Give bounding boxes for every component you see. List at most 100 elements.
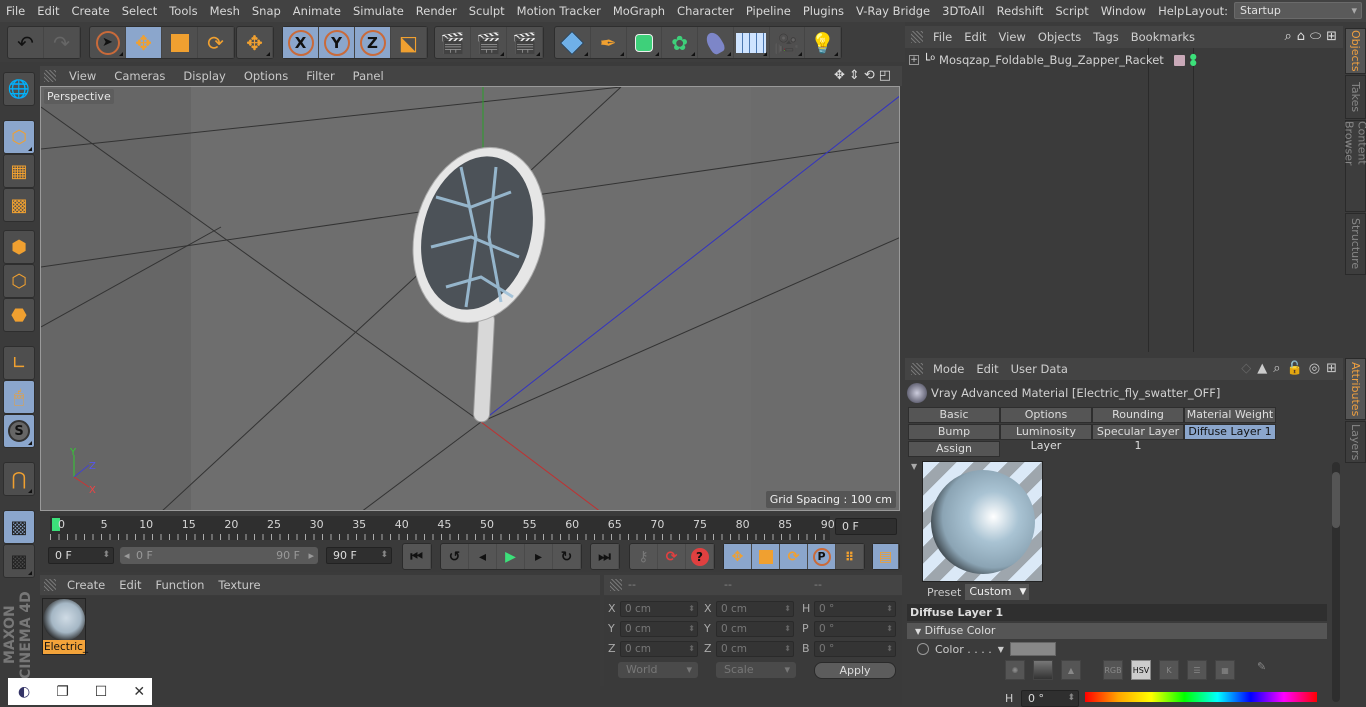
panel-grip[interactable]	[911, 363, 923, 375]
viewport-menu-filter[interactable]: Filter	[297, 69, 343, 83]
frame-range-slider[interactable]: ◂ 0 F 90 F ▸	[120, 547, 318, 564]
bend-deformer-button[interactable]	[698, 27, 734, 58]
home-icon[interactable]: ⌂	[1297, 29, 1305, 44]
layout-dropdown[interactable]: Startup	[1234, 2, 1362, 19]
menu-create[interactable]: Create	[66, 4, 116, 18]
menu-3dtoall[interactable]: 3DToAll	[936, 4, 991, 18]
panel-grip[interactable]	[911, 31, 923, 43]
planar-workplane-button[interactable]: ▩	[3, 544, 35, 578]
pos-x-field[interactable]: 0 cm	[620, 601, 698, 617]
viewport-menu-panel[interactable]: Panel	[344, 69, 393, 83]
solo-button[interactable]: S	[3, 414, 35, 448]
rot-p-field[interactable]: 0 °	[814, 621, 896, 637]
menu-render[interactable]: Render	[410, 4, 463, 18]
apply-button[interactable]: Apply	[814, 662, 896, 679]
tab-assign[interactable]: Assign	[908, 441, 1000, 457]
timeline-window-button[interactable]: ▤	[873, 544, 899, 569]
range-left-arrow[interactable]: ◂	[124, 547, 130, 564]
visibility-dots-icon[interactable]: ● ●	[1190, 53, 1197, 67]
panel-grip[interactable]	[44, 70, 56, 82]
search-icon[interactable]: ⌕	[1273, 361, 1280, 376]
kelvin-button[interactable]: K	[1159, 660, 1179, 680]
menu-window[interactable]: Window	[1095, 4, 1152, 18]
light-button[interactable]: 💡	[805, 27, 841, 58]
expand-icon[interactable]: +	[909, 55, 919, 65]
menu-redshift[interactable]: Redshift	[991, 4, 1050, 18]
orbit-icon[interactable]: ⟲	[864, 68, 875, 83]
spectrum-icon[interactable]	[1033, 660, 1053, 680]
menu-snap[interactable]: Snap	[246, 4, 287, 18]
menu-select[interactable]: Select	[116, 4, 163, 18]
object-row[interactable]: + └⁰ Mosqzap_Foldable_Bug_Zapper_Racket …	[905, 51, 1197, 69]
image-icon[interactable]: ▲	[1061, 660, 1081, 680]
size-x-field[interactable]: 0 cm	[716, 601, 794, 617]
rotate-button[interactable]: ⟳	[198, 27, 234, 58]
camera-label[interactable]: Perspective	[44, 89, 114, 104]
color-swatch[interactable]	[1009, 642, 1056, 656]
tab-bump[interactable]: Bump	[908, 424, 1000, 440]
tab-basic[interactable]: Basic	[908, 407, 1000, 423]
maximize-view-icon[interactable]: ◰	[879, 68, 891, 83]
collapse-preview-icon[interactable]: ▼	[911, 462, 917, 471]
material-preview-large[interactable]	[922, 461, 1043, 582]
play-button[interactable]: ▶	[497, 544, 525, 569]
size-mode-dropdown[interactable]: Scale	[716, 662, 796, 678]
redo-button[interactable]: ↷	[44, 27, 80, 58]
objects-menu-view[interactable]: View	[993, 30, 1032, 44]
animate-radio[interactable]	[917, 643, 929, 655]
tab-takes[interactable]: Takes	[1345, 75, 1366, 119]
edges-mode-button[interactable]: ⬡	[3, 264, 35, 298]
menu-tools[interactable]: Tools	[163, 4, 203, 18]
attributes-menu-mode[interactable]: Mode	[927, 362, 970, 376]
render-view-button[interactable]: 🎬	[435, 27, 471, 58]
search-icon[interactable]: ⌕	[1284, 29, 1291, 44]
end-frame-field[interactable]: 90 F	[326, 547, 392, 564]
lock-workplane-button[interactable]: ▩	[3, 510, 35, 544]
new-panel-icon[interactable]: ⊞	[1326, 361, 1337, 376]
menu-animate[interactable]: Animate	[287, 4, 347, 18]
model-mode-button[interactable]: ⬡	[3, 120, 35, 154]
points-mode-button[interactable]: ⬢	[3, 230, 35, 264]
cloner-button[interactable]: ✿	[662, 27, 698, 58]
coordinate-system-button[interactable]: ⬕	[391, 27, 427, 58]
y-axis-button[interactable]: Y	[319, 27, 355, 58]
tab-attributes[interactable]: Attributes	[1345, 358, 1366, 420]
menu-motion-tracker[interactable]: Motion Tracker	[511, 4, 607, 18]
panel-grip[interactable]	[610, 579, 622, 591]
color-wheel-icon[interactable]: ✺	[1005, 660, 1025, 680]
recent-tools-button[interactable]: ✥	[237, 27, 273, 58]
material-menu-edit[interactable]: Edit	[112, 578, 148, 592]
tab-luminosity-layer[interactable]: Luminosity Layer	[1000, 424, 1092, 452]
tab-structure[interactable]: Structure	[1345, 213, 1366, 275]
cube-button[interactable]	[555, 27, 591, 58]
pan-icon[interactable]: ✥	[834, 68, 845, 83]
z-axis-button[interactable]: Z	[355, 27, 391, 58]
panel-grip[interactable]	[44, 579, 56, 591]
pos-z-field[interactable]: 0 cm	[620, 641, 698, 657]
next-key-button[interactable]: ↻	[553, 544, 581, 569]
key-pla-button[interactable]: ⠿	[836, 544, 864, 569]
x-axis-button[interactable]: X	[283, 27, 319, 58]
lock-icon[interactable]: 🔓	[1287, 361, 1303, 376]
axis-mode-button[interactable]: ∟	[3, 346, 35, 380]
key-rotation-button[interactable]: ⟳	[780, 544, 808, 569]
rgb-button[interactable]: RGB	[1103, 660, 1123, 680]
menu-simulate[interactable]: Simulate	[347, 4, 410, 18]
key-parameter-button[interactable]: P	[808, 544, 836, 569]
viewport-menu-display[interactable]: Display	[174, 69, 234, 83]
rot-b-field[interactable]: 0 °	[814, 641, 896, 657]
previous-key-button[interactable]: ↺	[441, 544, 469, 569]
back-icon[interactable]: ◇	[1241, 361, 1251, 376]
rot-h-field[interactable]: 0 °	[814, 601, 896, 617]
mixer-icon[interactable]: ☰	[1187, 660, 1207, 680]
object-name[interactable]: Mosqzap_Foldable_Bug_Zapper_Racket	[939, 53, 1164, 67]
tweak-mode-button[interactable]: 🖱	[3, 380, 35, 414]
undo-button[interactable]: ↶	[8, 27, 44, 58]
viewport-menu-view[interactable]: View	[60, 69, 105, 83]
material-tag-icon[interactable]	[1173, 54, 1185, 66]
menu-edit[interactable]: Edit	[31, 4, 65, 18]
hue-field[interactable]: 0 °	[1021, 690, 1079, 707]
next-frame-button[interactable]: ▸	[525, 544, 553, 569]
pen-button[interactable]: ✒	[591, 27, 627, 58]
diffuse-color-group[interactable]: ▼ Diffuse Color	[907, 623, 1327, 639]
